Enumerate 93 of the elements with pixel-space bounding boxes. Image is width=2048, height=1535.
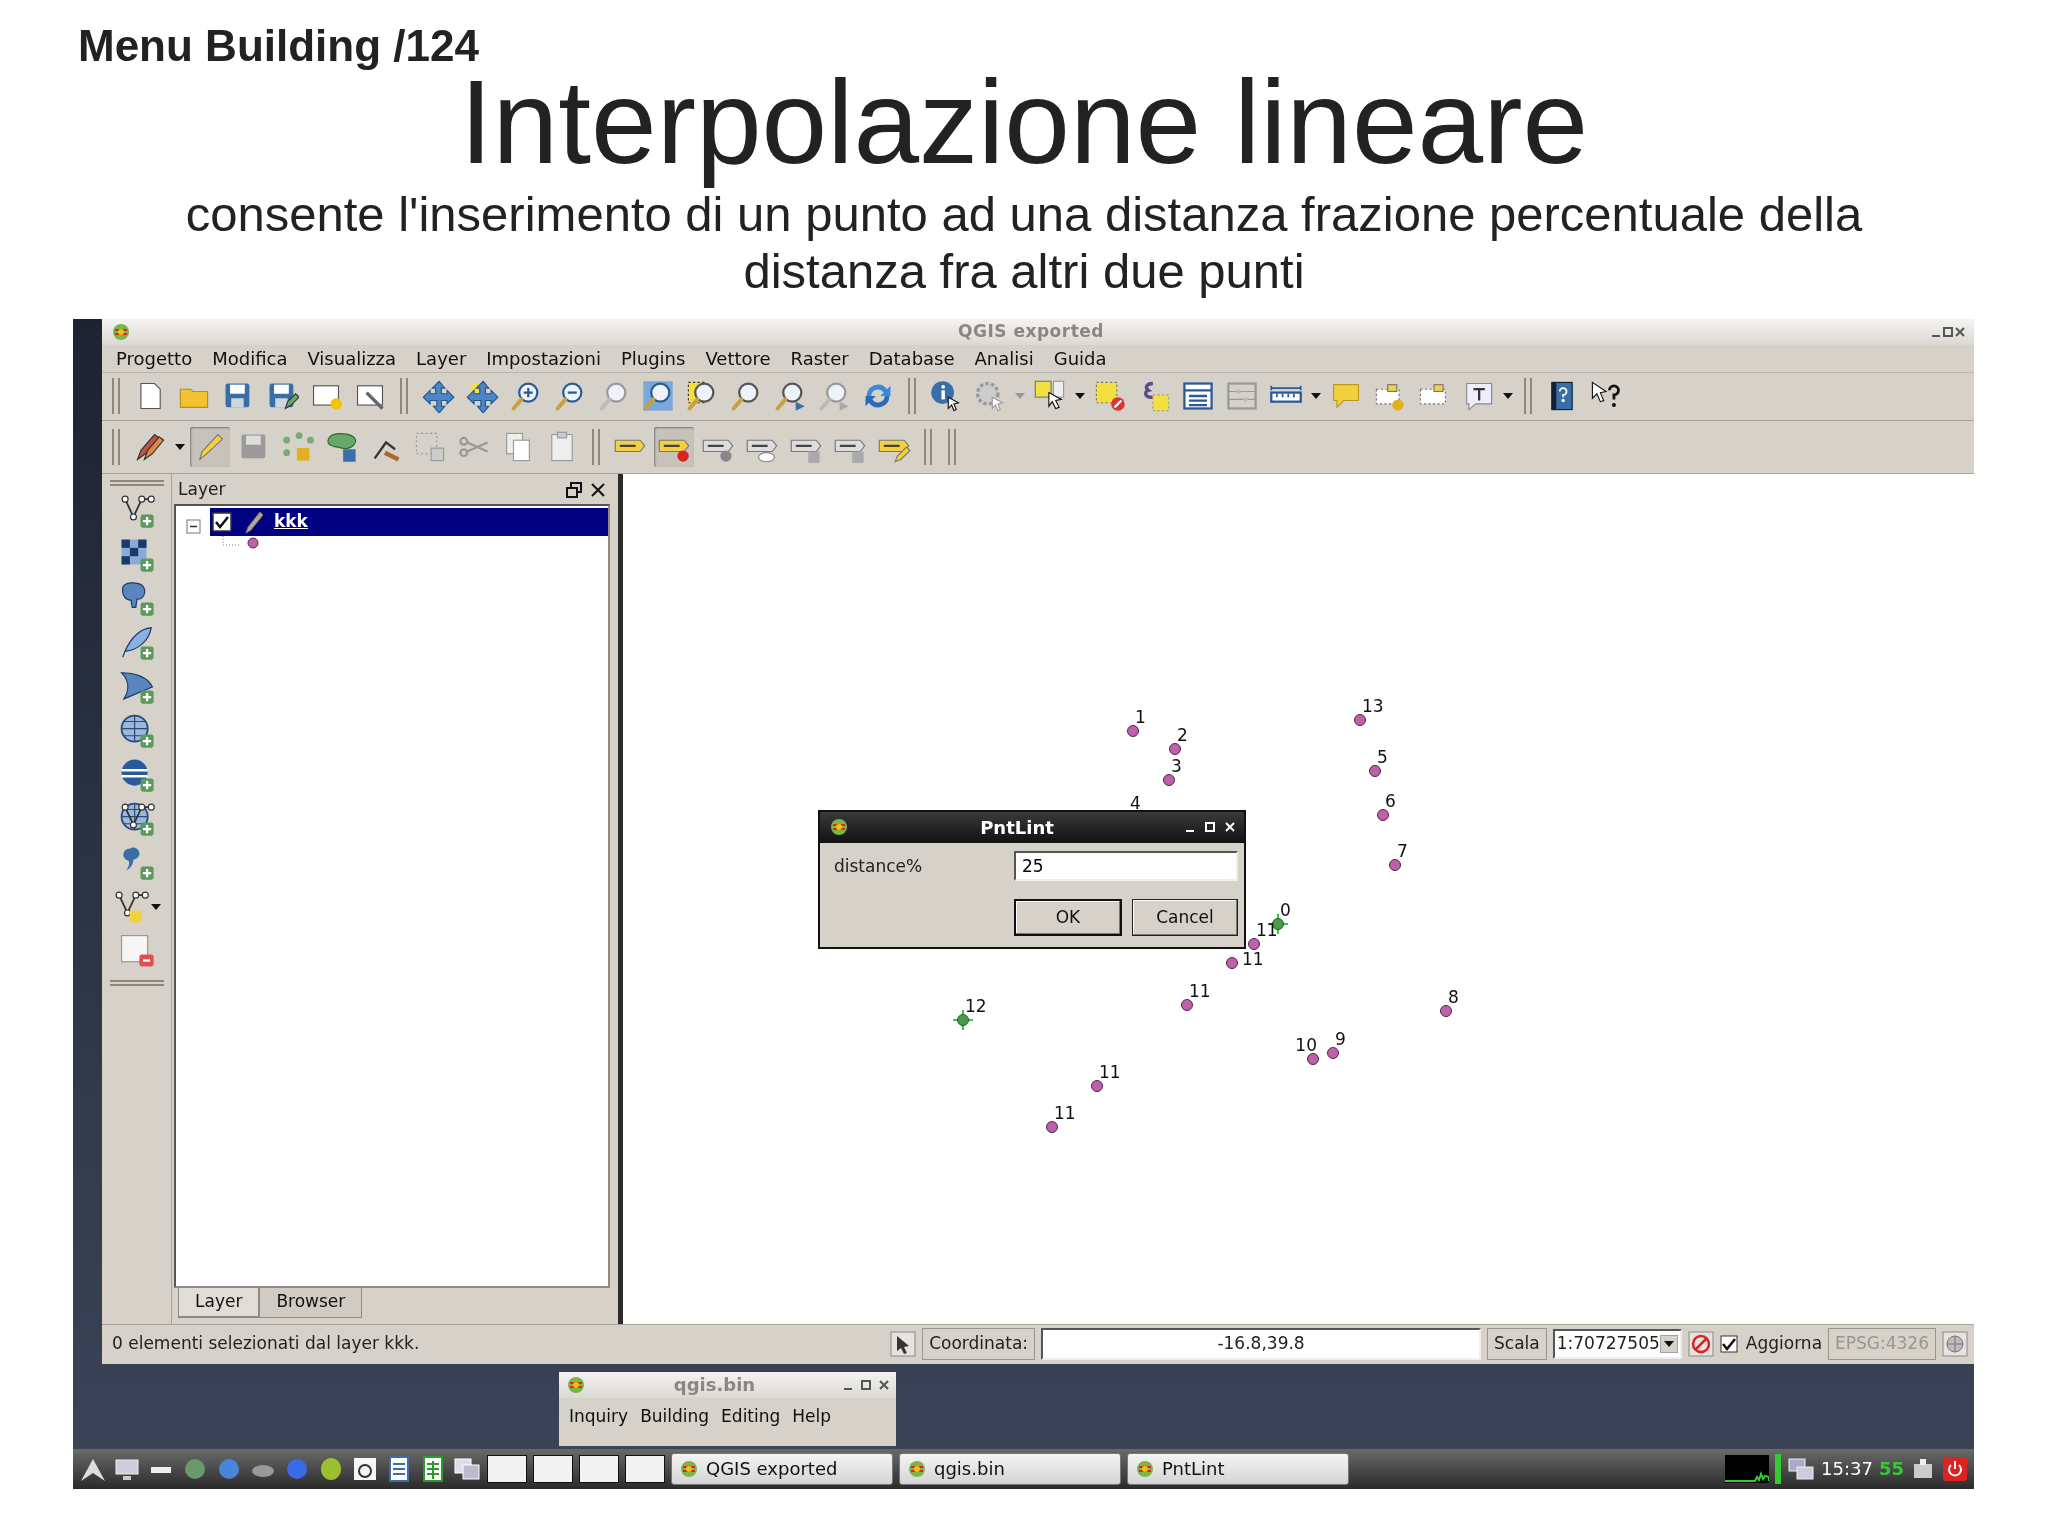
- point-symbol-icon: [246, 535, 260, 550]
- task-button[interactable]: PntLint: [1127, 1452, 1349, 1485]
- power-icon[interactable]: [1942, 1455, 1968, 1482]
- layer-name[interactable]: kkk: [274, 508, 308, 535]
- menu-item[interactable]: Help: [786, 1403, 838, 1430]
- no-render-icon[interactable]: [1687, 1331, 1714, 1358]
- menu-item[interactable]: Raster: [780, 344, 859, 372]
- point-label: 13: [1362, 697, 1384, 715]
- workspace-pager[interactable]: [487, 1454, 527, 1483]
- maximize-icon[interactable]: [1204, 820, 1216, 835]
- dialog-title: PntLint: [979, 815, 1055, 840]
- level-bar-icon: [1775, 1453, 1782, 1484]
- point-label: 11: [1189, 982, 1211, 1000]
- checkbox-label: Aggiorna: [1745, 1332, 1823, 1356]
- menu-item[interactable]: Progetto: [106, 344, 203, 372]
- point-label: 10: [1295, 1036, 1317, 1054]
- collapse-icon[interactable]: [186, 518, 202, 535]
- menu-item[interactable]: Building: [634, 1403, 716, 1430]
- menu-item[interactable]: Impostazioni: [476, 344, 611, 372]
- workspace-pager[interactable]: [625, 1454, 665, 1483]
- scale-combo[interactable]: 1:70727505: [1552, 1329, 1682, 1359]
- menu-item[interactable]: Plugins: [610, 344, 696, 372]
- map-canvas[interactable]: 1 13 2 3 5 4 6 7 0 11 11 12 11 8 10 9 11 11 PntLint distance% 25 OK Cancel: [618, 473, 1974, 1324]
- point-label: 6: [1385, 792, 1396, 810]
- point-label: 11: [1054, 1104, 1076, 1122]
- point-label: 3: [1171, 757, 1182, 775]
- panel-tab[interactable]: Layer: [178, 1288, 260, 1318]
- checkbox[interactable]: [1719, 1335, 1738, 1354]
- menu-item[interactable]: Editing: [715, 1403, 787, 1430]
- panel-tab[interactable]: Browser: [259, 1288, 363, 1318]
- workspace-pager[interactable]: [533, 1454, 573, 1483]
- toolbar-handle[interactable]: [592, 428, 600, 465]
- toolbar-handle[interactable]: [1524, 378, 1532, 415]
- coordinate-label: Coordinata:: [922, 1328, 1036, 1360]
- status-message: 0 elementi selezionati dal layer kkk.: [111, 1332, 421, 1356]
- point-label: 1: [1135, 708, 1146, 726]
- menu-item[interactable]: Modifica: [202, 344, 298, 372]
- point-label: 11: [1242, 950, 1264, 968]
- toolbar-handle[interactable]: [908, 378, 916, 415]
- caret-icon: [1659, 1335, 1678, 1354]
- point-label: 11: [1256, 921, 1278, 939]
- menu-item[interactable]: Guida: [1043, 344, 1117, 372]
- point-label: 4: [1130, 794, 1141, 812]
- menu-item[interactable]: Visualizza: [297, 344, 407, 372]
- maximize-icon[interactable]: [1942, 324, 1954, 339]
- ok-button[interactable]: OK: [1014, 898, 1122, 936]
- scale-label: Scala: [1487, 1328, 1547, 1360]
- cpu-graph-icon: [1725, 1454, 1770, 1483]
- menu-item[interactable]: Layer: [406, 344, 477, 372]
- slide-subtitle: consente l'inserimento di un punto ad una distanza frazione percentuale della distanza fra altri due punti: [184, 187, 1864, 301]
- point-label: 2: [1177, 726, 1188, 744]
- caret-icon[interactable]: [149, 901, 162, 912]
- tray-indicator: 55: [1878, 1457, 1904, 1482]
- maximize-icon[interactable]: [860, 1377, 872, 1392]
- toolbar-handle[interactable]: [112, 428, 120, 465]
- crs-globe-icon[interactable]: [1942, 1331, 1968, 1358]
- task-button[interactable]: QGIS exported: [671, 1452, 893, 1485]
- point-label: 7: [1397, 842, 1408, 860]
- clock[interactable]: 15:37: [1821, 1455, 1873, 1483]
- point-label: 9: [1335, 1030, 1346, 1048]
- pencil-icon: [242, 509, 264, 534]
- mouse-pointer-icon[interactable]: [890, 1331, 917, 1358]
- close-icon[interactable]: [878, 1377, 890, 1392]
- layer-row[interactable]: kkk: [210, 507, 608, 536]
- checkbox[interactable]: [212, 511, 232, 532]
- close-icon[interactable]: [1954, 324, 1966, 339]
- toolbar-handle[interactable]: [112, 378, 120, 415]
- cancel-button[interactable]: Cancel: [1132, 898, 1238, 936]
- point-label: 8: [1448, 988, 1459, 1006]
- workspace-pager[interactable]: [579, 1454, 619, 1483]
- window-title: QGIS exported: [957, 319, 1105, 343]
- menu-item[interactable]: Analisi: [964, 344, 1044, 372]
- menu-item[interactable]: Database: [858, 344, 965, 372]
- toolbar-handle[interactable]: [109, 979, 164, 986]
- field-label: distance%: [834, 854, 924, 878]
- task-button[interactable]: qgis.bin: [899, 1452, 1121, 1485]
- window-title: qgis.bin: [672, 1373, 757, 1398]
- point-label: 12: [965, 997, 987, 1015]
- toolbar-handle[interactable]: [109, 479, 164, 486]
- panel-title: Layer: [178, 477, 227, 501]
- input-field[interactable]: 25: [1014, 851, 1238, 882]
- menu-item[interactable]: Inquiry: [563, 1403, 635, 1430]
- coordinate-field[interactable]: -16.8,39.8: [1041, 1328, 1482, 1360]
- point-label: 11: [1099, 1063, 1121, 1081]
- toolbar-handle[interactable]: [400, 378, 408, 415]
- point-label: 5: [1377, 748, 1388, 766]
- toolbar-handle[interactable]: [924, 428, 932, 465]
- float-icon[interactable]: [566, 481, 582, 498]
- toolbar-handle[interactable]: [948, 428, 956, 465]
- caret-icon[interactable]: [174, 441, 186, 452]
- close-icon[interactable]: [590, 481, 606, 498]
- menu-item[interactable]: Vettore: [695, 344, 781, 372]
- point-label: 0: [1280, 901, 1291, 919]
